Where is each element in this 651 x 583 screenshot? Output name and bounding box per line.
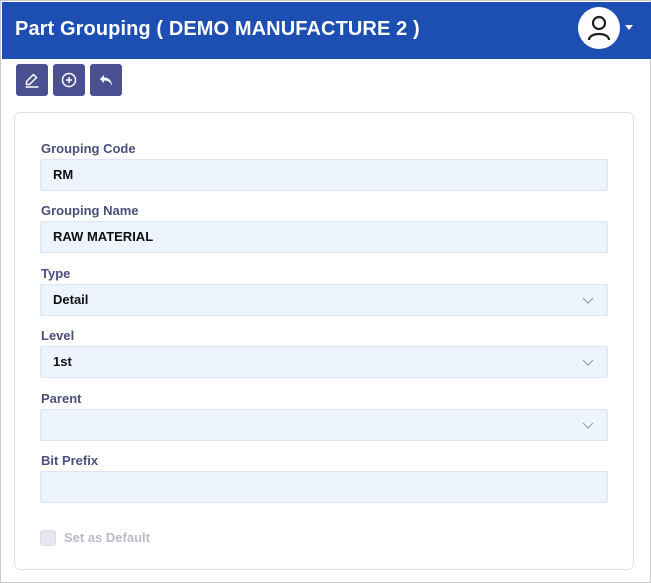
grouping-code-value: RM: [53, 167, 74, 182]
type-label: Type: [41, 266, 71, 281]
level-label: Level: [41, 328, 75, 343]
type-select[interactable]: Detail: [40, 284, 608, 316]
set-as-default-checkbox[interactable]: [40, 530, 56, 546]
grouping-code-input[interactable]: RM: [40, 159, 608, 191]
caret-down-icon[interactable]: [625, 25, 633, 30]
grouping-name-label: Grouping Name: [41, 203, 139, 218]
type-value: Detail: [53, 292, 89, 307]
add-button[interactable]: [53, 64, 85, 96]
bit-prefix-label: Bit Prefix: [41, 453, 99, 468]
back-button[interactable]: [90, 64, 122, 96]
app-header: Part Grouping ( DEMO MANUFACTURE 2 ): [2, 2, 651, 59]
parent-select[interactable]: [40, 409, 608, 441]
bit-prefix-input[interactable]: [40, 471, 608, 503]
edit-button[interactable]: [16, 64, 48, 96]
level-select[interactable]: 1st: [40, 346, 608, 378]
grouping-name-input[interactable]: RAW MATERIAL: [40, 221, 608, 253]
grouping-name-value: RAW MATERIAL: [53, 229, 154, 244]
parent-label: Parent: [41, 391, 82, 406]
user-avatar-button[interactable]: [578, 7, 620, 49]
undo-arrow-icon: [100, 75, 112, 86]
user-icon: [587, 15, 611, 41]
level-value: 1st: [53, 354, 72, 369]
grouping-code-label: Grouping Code: [41, 141, 136, 156]
page-title: Part Grouping ( DEMO MANUFACTURE 2 ): [15, 18, 420, 40]
app-window: Part Grouping ( DEMO MANUFACTURE 2 ) Gro…: [0, 0, 651, 583]
chevron-down-icon: [582, 359, 594, 366]
set-as-default-label: Set as Default: [64, 530, 150, 545]
chevron-down-icon: [582, 422, 594, 429]
plus-circle-icon: [61, 72, 77, 88]
chevron-down-icon: [582, 297, 594, 304]
pencil-icon: [25, 73, 39, 88]
